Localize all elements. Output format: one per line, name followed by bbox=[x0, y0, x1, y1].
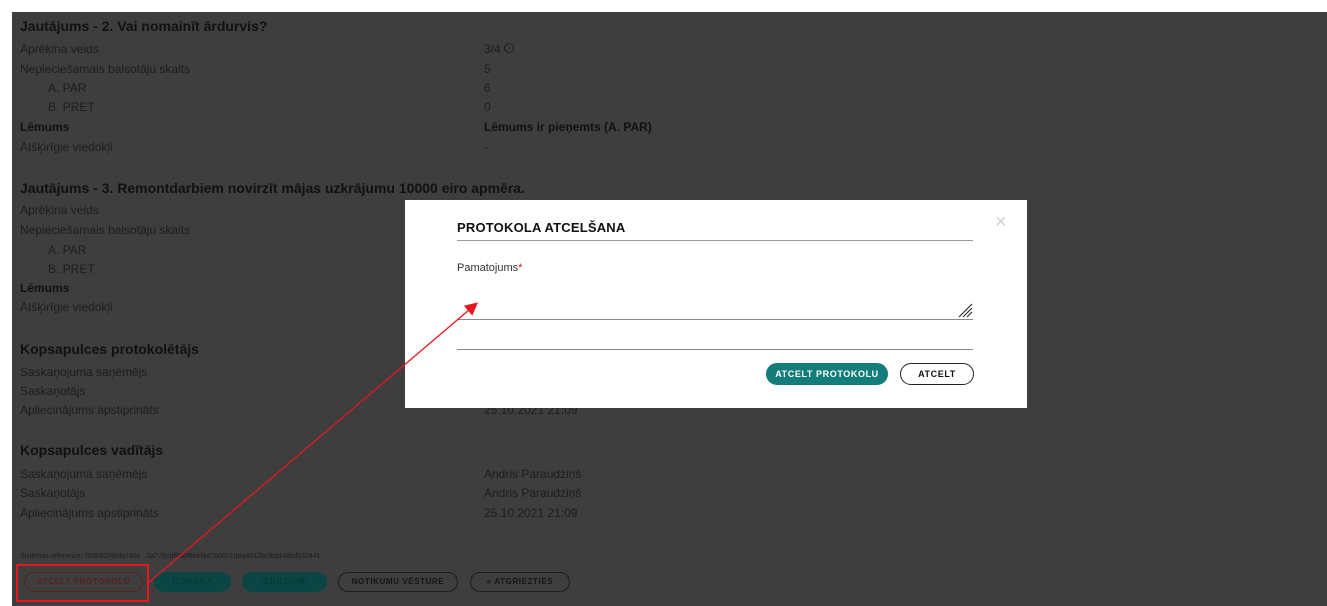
q3-opinions-label: Atšķirīgie viedokļi bbox=[20, 300, 113, 314]
highlight-box bbox=[16, 564, 149, 602]
q2-calc-value: 3/4 i bbox=[484, 42, 514, 56]
chair-approver-value: Andris Paraudziņš bbox=[484, 486, 582, 500]
required-mark: * bbox=[518, 262, 523, 274]
q2-pret-value: 0 bbox=[484, 100, 491, 114]
system-reference: Sistēmas reference: 7b3092f48da786e...3a… bbox=[20, 553, 321, 560]
q2-title: Jautājums - 2. Vai nomainīt ārdurvis? bbox=[20, 18, 268, 34]
textarea-underline bbox=[457, 319, 973, 320]
cancel-protocol-modal: PROTOKOLA ATCELŠANA × Pamatojums* ATCELT… bbox=[405, 200, 1027, 408]
q2-par-label: A. PAR bbox=[48, 81, 87, 95]
recorder-title: Kopsapulces protokolētājs bbox=[20, 341, 199, 357]
q3-title: Jautājums - 3. Remontdarbiem novirzīt mā… bbox=[20, 180, 525, 196]
q2-par-value: 6 bbox=[484, 81, 491, 95]
history-button[interactable]: NOTIKUMU VĒSTURE bbox=[338, 572, 458, 592]
chair-approver-label: Saskaņotājs bbox=[20, 486, 86, 500]
q2-decision-label: Lēmums bbox=[20, 120, 70, 134]
back-button[interactable]: « ATGRIEZTIES bbox=[470, 572, 570, 592]
chair-title: Kopsapulces vadītājs bbox=[20, 442, 164, 458]
print-button[interactable]: IZDRUKA bbox=[154, 572, 231, 592]
chair-recipient-value: Andris Paraudziņš bbox=[484, 467, 582, 481]
reason-textarea[interactable] bbox=[457, 284, 973, 319]
modal-title: PROTOKOLA ATCELŠANA bbox=[457, 220, 626, 235]
q2-opinions-value: - bbox=[484, 140, 488, 154]
reason-label-text: Pamatojums bbox=[457, 262, 519, 274]
chair-confirmed-value: 25.10.2021 21:09 bbox=[484, 506, 578, 520]
reason-label: Pamatojums* bbox=[457, 262, 522, 274]
q2-decision-value: Lēmums ir pieņemts (A. PAR) bbox=[484, 120, 652, 134]
recorder-recipient-label: Saskaņojuma saņēmējs bbox=[20, 365, 148, 379]
q3-required-label: Nepieciešamais balsotāju skaits bbox=[20, 223, 191, 237]
q2-required-label: Nepieciešamais balsotāju skaits bbox=[20, 62, 191, 76]
chair-confirmed-label: Apliecinājums apstiprināts bbox=[20, 506, 159, 520]
info-icon[interactable]: i bbox=[503, 43, 514, 53]
recorder-confirmed-label: Apliecinājums apstiprināts bbox=[20, 403, 159, 417]
close-icon[interactable]: × bbox=[995, 212, 1007, 232]
resize-handle-icon[interactable] bbox=[957, 302, 973, 318]
modal-cancel-button[interactable]: ATCELT bbox=[900, 363, 974, 385]
q2-required-value: 5 bbox=[484, 62, 491, 76]
form-divider bbox=[457, 349, 973, 350]
q3-pret-label: B. PRET bbox=[48, 262, 95, 276]
q3-calc-label: Aprēķina veids bbox=[20, 203, 99, 217]
objections-button[interactable]: IEBILDUMI bbox=[242, 572, 327, 592]
recorder-approver-label: Saskaņotājs bbox=[20, 384, 86, 398]
q2-calc-text: 3/4 bbox=[484, 42, 501, 56]
confirm-cancel-protocol-button[interactable]: ATCELT PROTOKOLU bbox=[766, 363, 888, 385]
q2-pret-label: B. PRET bbox=[48, 100, 95, 114]
chair-recipient-label: Saskaņojuma saņēmējs bbox=[20, 467, 148, 481]
q2-calc-label: Aprēķina veids bbox=[20, 42, 99, 56]
q3-decision-label: Lēmums bbox=[20, 281, 70, 295]
modal-title-divider bbox=[457, 240, 973, 241]
q2-opinions-label: Atšķirīgie viedokļi bbox=[20, 140, 113, 154]
q3-par-label: A. PAR bbox=[48, 243, 87, 257]
